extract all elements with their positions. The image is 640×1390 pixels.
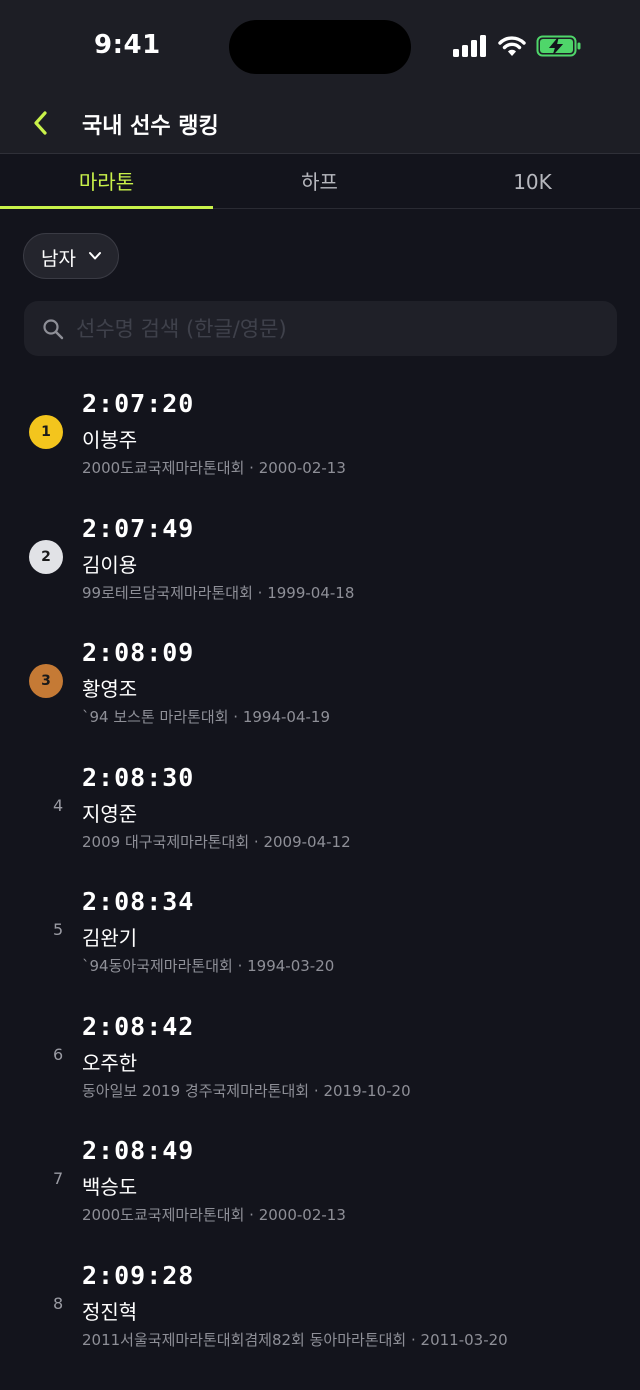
record-time: 2:08:42 <box>82 1011 195 1041</box>
race-date: 1994-03-20 <box>247 957 335 975</box>
rank-number: 4 <box>53 795 64 815</box>
record-meta: 동아일보 2019 경주국제마라톤대회 · 2019-10-20 <box>82 1080 411 1101</box>
race-date: 2009-04-12 <box>263 832 351 851</box>
ranking-row[interactable]: 6 2:08:42 오주한 동아일보 2019 경주국제마라톤대회 · 2019… <box>0 1006 640 1130</box>
athlete-name: 오주한 <box>82 1050 138 1075</box>
race-date: 2000-02-13 <box>258 459 346 477</box>
rank-number: 6 <box>53 1044 64 1064</box>
meta-separator: · <box>309 1081 324 1100</box>
ranking-row[interactable]: 2 2:07:49 김이용 99로테르담국제마라톤대회 · 1999-04-18 <box>0 508 640 632</box>
search-box[interactable] <box>24 301 617 356</box>
navigation-header: 국내 선수 랭킹 <box>0 96 640 154</box>
race-date: 2011-03-20 <box>420 1330 508 1349</box>
ranking-row[interactable]: 1 2:07:20 이봉주 2000도쿄국제마라톤대회 · 2000-02-13 <box>0 383 640 507</box>
wifi-icon <box>498 36 526 56</box>
dynamic-island <box>229 20 411 74</box>
meta-separator: · <box>406 1330 421 1349</box>
record-time: 2:08:34 <box>82 887 195 916</box>
meta-separator: · <box>232 957 248 975</box>
record-time: 2:08:30 <box>82 762 195 792</box>
record-meta: 99로테르담국제마라톤대회 · 1999-04-18 <box>82 582 354 603</box>
race-name: `94 보스톤 마라톤대회 <box>82 708 229 726</box>
athlete-name: 이봉주 <box>82 428 138 452</box>
rank-number: 8 <box>53 1293 64 1313</box>
rank-number: 5 <box>53 920 64 939</box>
race-date: 1994-04-19 <box>242 708 331 726</box>
silver-medal-badge: 2 <box>29 539 63 574</box>
search-input[interactable] <box>76 301 596 356</box>
record-meta: `94동아국제마라톤대회 · 1994-03-20 <box>82 955 334 976</box>
active-tab-indicator <box>0 206 213 209</box>
ranking-row[interactable]: 3 2:08:09 황영조 `94 보스톤 마라톤대회 · 1994-04-19 <box>0 632 640 756</box>
record-meta: 2009 대구국제마라톤대회 · 2009-04-12 <box>82 831 351 852</box>
race-name: 2009 대구국제마라톤대회 <box>82 832 250 851</box>
meta-separator: · <box>244 459 259 477</box>
race-name: 동아일보 2019 경주국제마라톤대회 <box>82 1081 310 1100</box>
tab-10k[interactable]: 10K <box>426 155 639 209</box>
athlete-name: 황영조 <box>82 677 138 701</box>
meta-separator: · <box>249 832 264 851</box>
race-name: `94동아국제마라톤대회 <box>82 957 233 975</box>
status-bar: 9:41 <box>0 0 640 96</box>
battery-charging-icon <box>536 35 581 57</box>
chevron-down-icon <box>89 252 101 260</box>
tab-half[interactable]: 하프 <box>213 155 426 209</box>
gender-filter-label: 남자 <box>41 248 76 270</box>
race-date: 2019-10-20 <box>323 1081 411 1100</box>
athlete-name: 정진혁 <box>82 1299 138 1324</box>
search-icon <box>43 319 64 340</box>
meta-separator: · <box>244 1206 259 1224</box>
record-time: 2:08:09 <box>82 638 195 667</box>
race-name: 2000도쿄국제마라톤대회 <box>82 459 245 477</box>
race-date: 2000-02-13 <box>258 1206 346 1224</box>
ranking-row[interactable]: 5 2:08:34 김완기 `94동아국제마라톤대회 · 1994-03-20 <box>0 881 640 1005</box>
athlete-name: 김완기 <box>82 926 138 950</box>
record-meta: 2000도쿄국제마라톤대회 · 2000-02-13 <box>82 457 346 478</box>
distance-tabs: 마라톤 하프 10K <box>0 155 640 209</box>
race-name: 2011서울국제마라톤대회겸제82회 동아마라톤대회 <box>82 1330 407 1349</box>
tab-marathon[interactable]: 마라톤 <box>0 155 213 209</box>
bronze-medal-badge: 3 <box>29 664 63 698</box>
record-time: 2:07:20 <box>82 389 195 418</box>
athlete-name: 지영준 <box>82 801 138 826</box>
race-name: 99로테르담국제마라톤대회 <box>82 583 253 602</box>
record-meta: 2011서울국제마라톤대회겸제82회 동아마라톤대회 · 2011-03-20 <box>82 1329 508 1350</box>
gender-filter-dropdown[interactable]: 남자 <box>23 233 119 279</box>
page-title: 국내 선수 랭킹 <box>82 114 219 139</box>
record-meta: 2000도쿄국제마라톤대회 · 2000-02-13 <box>82 1204 346 1225</box>
record-time: 2:09:28 <box>82 1260 195 1290</box>
race-name: 2000도쿄국제마라톤대회 <box>82 1206 245 1224</box>
athlete-name: 김이용 <box>82 552 138 577</box>
record-meta: `94 보스톤 마라톤대회 · 1994-04-19 <box>82 706 330 727</box>
back-chevron-icon[interactable] <box>26 108 56 138</box>
record-time: 2:07:49 <box>82 513 195 543</box>
cellular-signal-icon <box>453 35 486 57</box>
ranking-row[interactable]: 7 2:08:49 백승도 2000도쿄국제마라톤대회 · 2000-02-13 <box>0 1130 640 1254</box>
record-time: 2:08:49 <box>82 1136 195 1165</box>
status-time: 9:41 <box>94 30 161 60</box>
race-date: 1999-04-18 <box>267 583 355 602</box>
gold-medal-badge: 1 <box>29 415 63 449</box>
meta-separator: · <box>228 708 243 726</box>
ranking-row[interactable]: 4 2:08:30 지영준 2009 대구국제마라톤대회 · 2009-04-1… <box>0 757 640 881</box>
rank-number: 7 <box>53 1169 64 1188</box>
athlete-name: 백승도 <box>82 1175 138 1199</box>
meta-separator: · <box>252 583 268 602</box>
ranking-row[interactable]: 8 2:09:28 정진혁 2011서울국제마라톤대회겸제82회 동아마라톤대회… <box>0 1255 640 1379</box>
